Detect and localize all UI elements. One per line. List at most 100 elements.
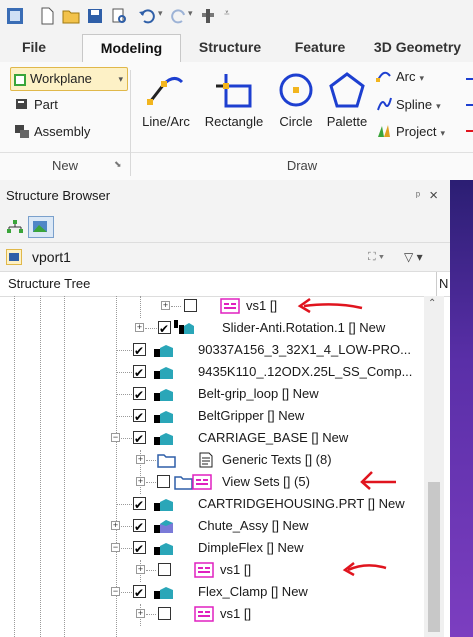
dialog-launcher-icon[interactable]: ⬊ bbox=[114, 159, 122, 170]
arc-button[interactable]: Arc ▾ bbox=[376, 66, 424, 88]
rectangle-button[interactable]: Rectangle bbox=[199, 68, 269, 148]
collapse-icon[interactable]: − bbox=[111, 543, 120, 552]
part-icon bbox=[154, 389, 173, 401]
panel-toolbar bbox=[0, 212, 450, 242]
project-dropdown-icon[interactable]: ▾ bbox=[440, 128, 445, 138]
spline-button[interactable]: Spline ▾ bbox=[376, 94, 441, 116]
line-arc-button[interactable]: Line/Arc bbox=[133, 68, 199, 148]
visibility-checkbox[interactable] bbox=[133, 384, 146, 406]
ribbon-overflow-tools[interactable] bbox=[462, 68, 473, 138]
expand-icon[interactable]: + bbox=[161, 301, 170, 310]
draw-group-label: Draw bbox=[131, 152, 473, 179]
visibility-checkbox[interactable] bbox=[133, 406, 146, 428]
tree-row-part[interactable]: CARTRIDGEHOUSING.PRT [] New bbox=[0, 493, 424, 516]
expand-icon[interactable]: + bbox=[136, 477, 145, 486]
filter-icon[interactable]: ▽ ▾ bbox=[404, 243, 423, 271]
part-icon bbox=[154, 411, 173, 423]
3d-viewport[interactable] bbox=[450, 180, 473, 637]
visibility-checkbox[interactable] bbox=[133, 538, 146, 560]
visibility-checkbox[interactable] bbox=[158, 563, 171, 576]
collapse-icon[interactable]: − bbox=[111, 587, 120, 596]
search-binoculars-icon[interactable]: ⛶ ▾ bbox=[368, 243, 384, 271]
vertical-scrollbar[interactable]: ⌃ bbox=[424, 296, 444, 637]
palette-label: Palette bbox=[326, 114, 368, 129]
new-group-label-text: New bbox=[51, 158, 78, 173]
palette-button[interactable]: Palette bbox=[322, 68, 372, 148]
tab-file[interactable]: File bbox=[0, 34, 68, 61]
image-view-icon[interactable] bbox=[28, 216, 54, 238]
undo-icon[interactable] bbox=[138, 7, 156, 25]
expand-icon[interactable]: + bbox=[136, 609, 145, 618]
tree-row-assembly[interactable]: + Chute_Assy [] New bbox=[0, 515, 424, 538]
redo-dropdown-icon[interactable]: ▾ bbox=[188, 8, 193, 19]
close-icon[interactable]: × bbox=[429, 180, 438, 212]
column-structure-tree[interactable]: Structure Tree bbox=[8, 272, 90, 296]
expand-icon[interactable]: + bbox=[136, 565, 145, 574]
viewset-icon bbox=[194, 606, 214, 622]
annotation-arrow-icon bbox=[342, 562, 387, 577]
part-button[interactable]: Part bbox=[14, 94, 58, 116]
tree-row-label: vs1 [] bbox=[220, 562, 252, 577]
expand-icon[interactable]: + bbox=[111, 521, 120, 530]
tree-row-part[interactable]: + Slider-Anti.Rotation.1 [] New bbox=[0, 317, 424, 340]
expand-icon[interactable]: + bbox=[136, 455, 145, 464]
app-icon[interactable] bbox=[6, 7, 24, 25]
qat-menu-icon[interactable]: ⩡ bbox=[224, 8, 230, 19]
tree-row-part[interactable]: − CARRIAGE_BASE [] New bbox=[0, 427, 424, 450]
new-file-icon[interactable] bbox=[38, 7, 56, 25]
pentagon-icon bbox=[329, 72, 365, 108]
collapse-icon[interactable]: − bbox=[111, 433, 120, 442]
visibility-checkbox[interactable] bbox=[133, 582, 146, 604]
print-preview-icon[interactable] bbox=[110, 7, 128, 25]
tree-row-part[interactable]: − Flex_Clamp [] New bbox=[0, 581, 424, 604]
tree-row-viewset[interactable]: + vs1 [] bbox=[0, 603, 424, 625]
viewport-selector[interactable]: vport1 ⛶ ▾ ▽ ▾ bbox=[0, 242, 450, 272]
circle-button[interactable]: Circle bbox=[271, 68, 321, 148]
part-icon bbox=[154, 543, 173, 555]
visibility-checkbox[interactable] bbox=[158, 607, 171, 620]
tab-3d-geometry[interactable]: 3D Geometry bbox=[362, 34, 473, 61]
visibility-checkbox[interactable] bbox=[133, 340, 146, 362]
redo-icon[interactable] bbox=[170, 7, 188, 25]
tab-feature[interactable]: Feature bbox=[284, 34, 356, 61]
tree-row-label: CARTRIDGEHOUSING.PRT [] New bbox=[198, 496, 405, 511]
pin-icon[interactable]: ᵖ bbox=[416, 180, 420, 212]
visibility-checkbox[interactable] bbox=[157, 475, 170, 488]
scroll-up-icon[interactable]: ⌃ bbox=[428, 298, 436, 309]
save-icon[interactable] bbox=[86, 7, 104, 25]
tab-modeling[interactable]: Modeling bbox=[82, 34, 181, 64]
workplane-dropdown-icon[interactable]: ▾ bbox=[118, 68, 123, 90]
annotation-arrow-icon bbox=[297, 297, 363, 314]
visibility-checkbox[interactable] bbox=[133, 516, 146, 538]
tree-row-part[interactable]: Belt-grip_loop [] New bbox=[0, 383, 424, 406]
circle-label: Circle bbox=[279, 114, 313, 129]
tree-row-part[interactable]: 90337A156_3_32X1_4_LOW-PRO... bbox=[0, 339, 424, 362]
arc-dropdown-icon[interactable]: ▾ bbox=[420, 73, 425, 83]
spline-dropdown-icon[interactable]: ▾ bbox=[436, 101, 441, 111]
column-n[interactable]: N bbox=[436, 272, 448, 296]
tree-row-part[interactable]: 9435K110_.12ODX.25L_SS_Comp... bbox=[0, 361, 424, 384]
tree-row-label: vs1 [] bbox=[220, 606, 252, 621]
part-icon bbox=[154, 367, 173, 379]
tree-row-part[interactable]: BeltGripper [] New bbox=[0, 405, 424, 428]
tree-structure-icon[interactable] bbox=[6, 219, 24, 235]
scrollbar-thumb[interactable] bbox=[428, 482, 440, 632]
assembly-button[interactable]: Assembly bbox=[14, 121, 90, 143]
customize-tools-icon[interactable] bbox=[200, 7, 218, 25]
tree-row-label: Slider-Anti.Rotation.1 [] New bbox=[222, 320, 386, 335]
tree-column-header[interactable]: Structure Tree N bbox=[0, 272, 450, 297]
tab-structure[interactable]: Structure bbox=[184, 34, 276, 61]
project-button[interactable]: Project ▾ bbox=[376, 121, 445, 143]
workplane-button[interactable]: Workplane ▾ bbox=[10, 67, 128, 91]
tree-line bbox=[146, 460, 156, 461]
visibility-checkbox[interactable] bbox=[133, 494, 146, 516]
visibility-checkbox[interactable] bbox=[133, 428, 146, 450]
visibility-checkbox[interactable] bbox=[184, 299, 197, 312]
tree-row-part[interactable]: − DimpleFlex [] New bbox=[0, 537, 424, 560]
expand-icon[interactable]: + bbox=[135, 323, 144, 332]
visibility-checkbox[interactable] bbox=[158, 318, 171, 340]
tree-line bbox=[146, 482, 156, 483]
open-folder-icon[interactable] bbox=[62, 7, 80, 25]
undo-dropdown-icon[interactable]: ▾ bbox=[158, 8, 163, 19]
visibility-checkbox[interactable] bbox=[133, 362, 146, 384]
